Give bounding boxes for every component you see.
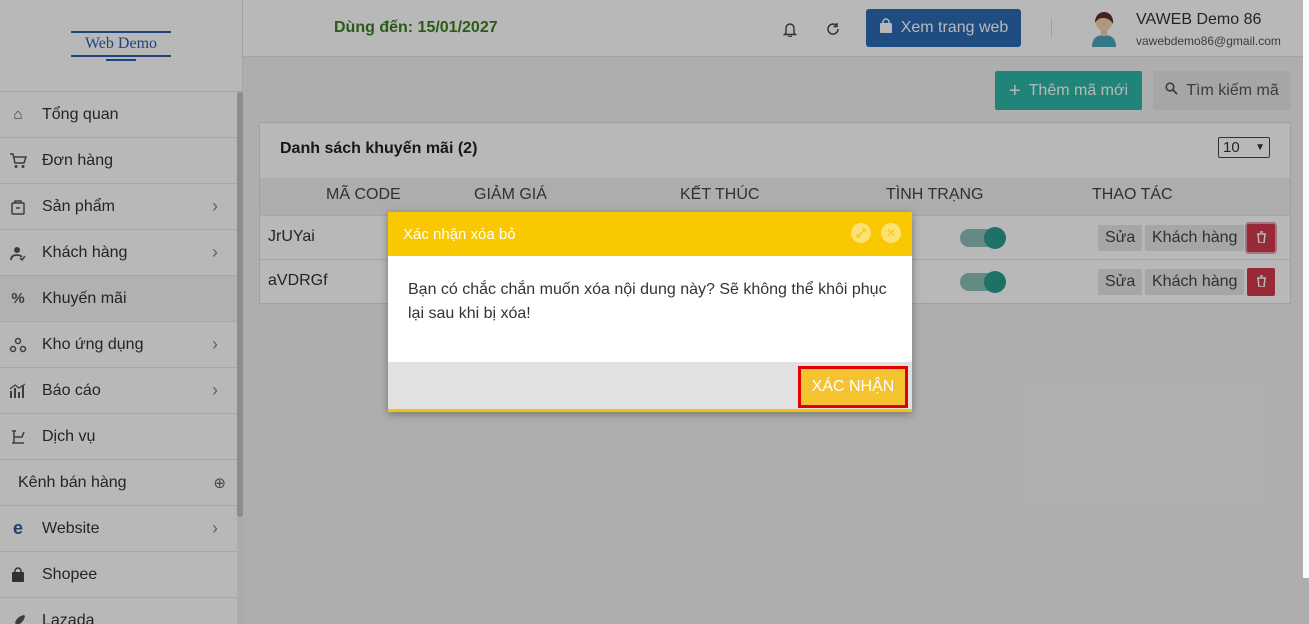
close-icon[interactable]: ✕ [881,223,901,243]
dialog-header: Xác nhận xóa bỏ ⤢ ✕ [388,212,912,256]
page-scrollbar[interactable] [1303,0,1309,578]
dialog-footer: XÁC NHẬN [388,362,912,409]
confirm-delete-dialog: Xác nhận xóa bỏ ⤢ ✕ Bạn có chắc chắn muố… [388,212,912,412]
dialog-message: Bạn có chắc chắn muốn xóa nội dung này? … [408,281,887,322]
dialog-title: Xác nhận xóa bỏ [403,225,516,243]
confirm-button[interactable]: XÁC NHẬN [798,366,908,408]
maximize-icon[interactable]: ⤢ [851,223,871,243]
